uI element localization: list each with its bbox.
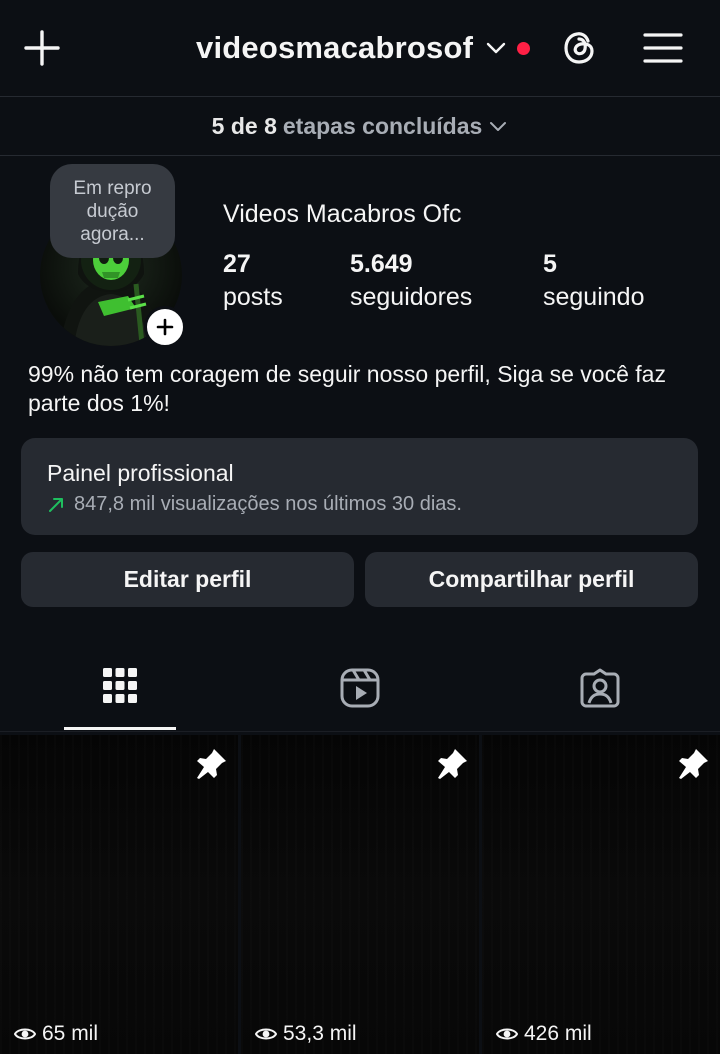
pin-icon: [438, 749, 467, 779]
edit-profile-button[interactable]: Editar perfil: [21, 552, 354, 607]
tab-reels[interactable]: [240, 650, 480, 730]
steps-done: 5 de 8: [211, 112, 277, 139]
threads-icon[interactable]: [558, 26, 602, 70]
note-bubble[interactable]: Em repro dução agora...: [50, 164, 175, 258]
grid-icon: [103, 668, 137, 703]
eye-icon: [255, 1028, 277, 1040]
stat-label: seguidores: [350, 283, 473, 311]
account-switcher[interactable]: videosmacabrosof: [196, 28, 531, 68]
chevron-down-icon[interactable]: [485, 37, 507, 59]
tabs-divider: [0, 731, 720, 732]
chevron-down-icon: [490, 122, 507, 131]
thumbnail-texture: [482, 735, 720, 1054]
view-count-text: 65 mil: [42, 1022, 99, 1045]
tab-tagged[interactable]: [480, 650, 720, 730]
pin-icon: [679, 749, 708, 779]
post-thumbnail[interactable]: 53,3 mil: [241, 735, 479, 1054]
profile-screen: videosmacabrosof 5 de 8 etapas concluída…: [0, 0, 720, 1054]
view-count-text: 426 mil: [524, 1022, 592, 1045]
trend-up-icon: [49, 497, 63, 512]
pin-icon: [197, 749, 226, 779]
stat-label: seguindo: [543, 283, 645, 311]
notification-dot: [517, 41, 531, 55]
profile-name: Videos Macabros Ofc: [223, 200, 462, 228]
hamburger-menu-icon[interactable]: [642, 28, 684, 68]
view-count: 53,3 mil: [255, 1022, 357, 1046]
post-thumbnail[interactable]: 426 mil: [482, 735, 720, 1054]
view-count: 65 mil: [14, 1022, 98, 1046]
eye-icon: [496, 1028, 518, 1040]
onboarding-steps[interactable]: 5 de 8 etapas concluídas: [0, 97, 720, 156]
panel-subtitle-text: 847,8 mil visualizações nos últimos 30 d…: [74, 493, 462, 515]
tab-posts-grid[interactable]: [0, 650, 240, 730]
note-text: Em repro dução agora...: [73, 177, 152, 245]
steps-rest: etapas concluídas: [282, 112, 483, 139]
panel-subtitle: 847,8 mil visualizações nos últimos 30 d…: [47, 493, 462, 516]
stat-label: posts: [223, 283, 283, 311]
thumbnail-texture: [241, 735, 479, 1054]
stat-value: 5: [543, 250, 557, 278]
stat-value: 27: [223, 250, 251, 278]
stat-posts[interactable]: 27 posts: [223, 248, 283, 314]
thumbnail-texture: [0, 735, 238, 1054]
eye-icon: [14, 1028, 36, 1040]
reels-icon: [340, 668, 380, 708]
profile-bio: 99% não tem coragem de seguir nosso perf…: [28, 361, 666, 416]
add-story-icon[interactable]: [144, 306, 186, 348]
view-count: 426 mil: [496, 1022, 592, 1046]
active-tab-indicator: [64, 727, 176, 730]
panel-title: Painel profissional: [47, 460, 234, 486]
professional-dashboard[interactable]: Painel profissional 847,8 mil visualizaç…: [21, 438, 698, 535]
top-bar: videosmacabrosof: [0, 0, 720, 97]
post-thumbnail[interactable]: 65 mil: [0, 735, 238, 1054]
stat-value: 5.649: [350, 250, 413, 278]
stat-following[interactable]: 5 seguindo: [543, 248, 644, 314]
share-profile-button[interactable]: Compartilhar perfil: [365, 552, 698, 607]
username-title[interactable]: videosmacabrosof: [196, 30, 473, 66]
view-count-text: 53,3 mil: [283, 1022, 357, 1045]
plus-icon[interactable]: [22, 28, 62, 68]
tagged-icon: [580, 668, 620, 708]
stat-followers[interactable]: 5.649 seguidores: [350, 248, 472, 314]
